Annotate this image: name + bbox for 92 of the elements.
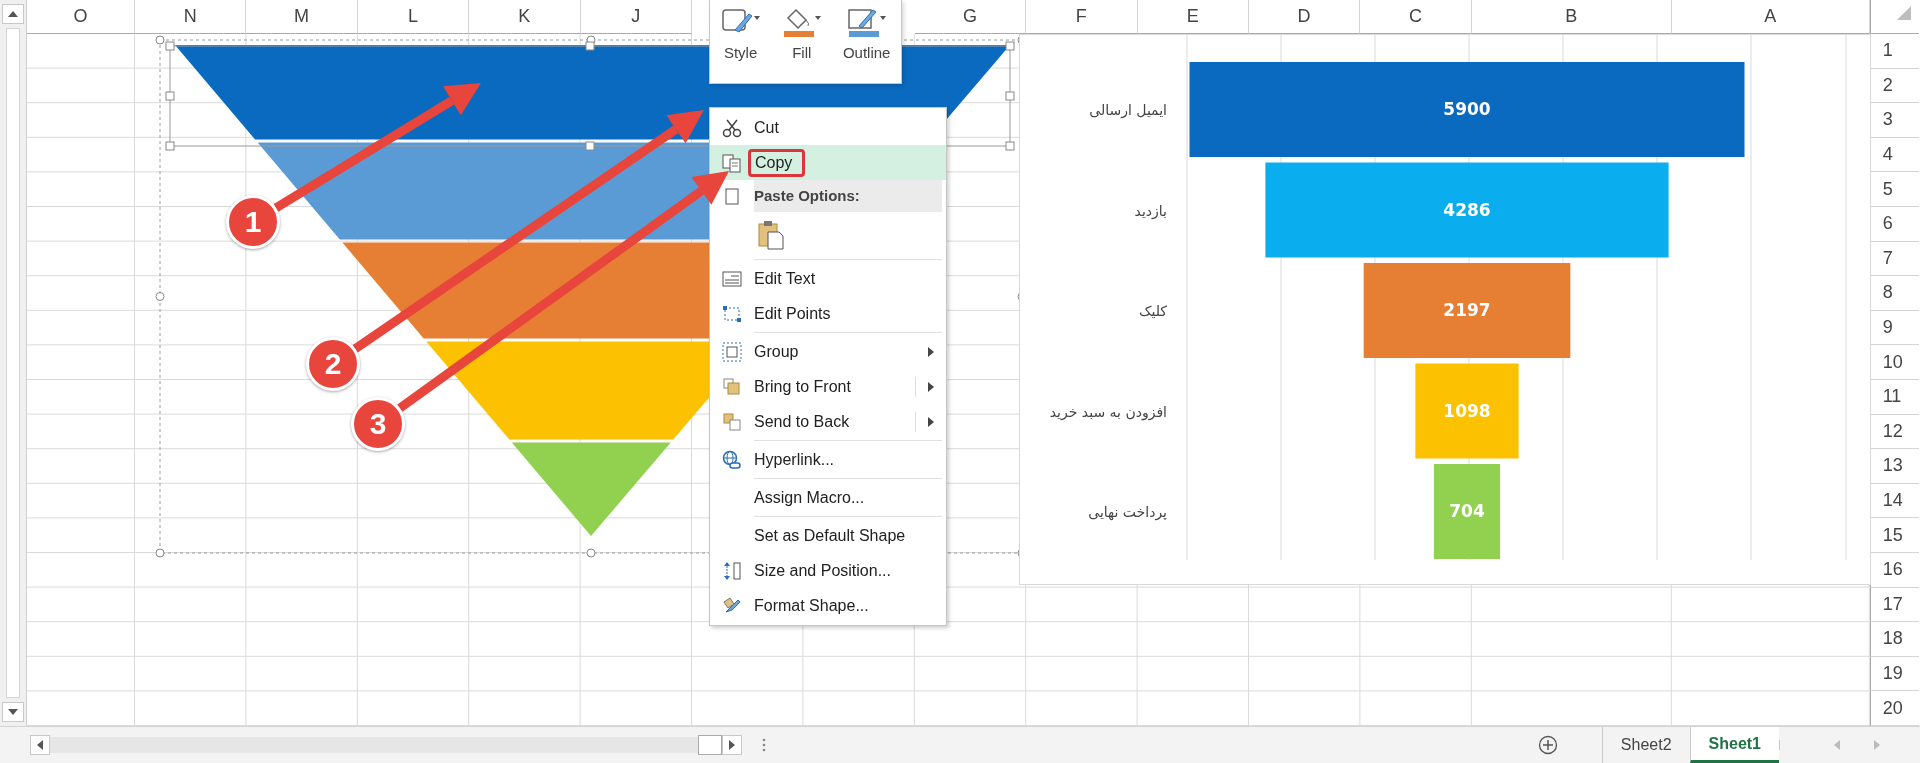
data-label: 1098: [1443, 400, 1491, 421]
column-header[interactable]: C: [1360, 0, 1472, 34]
select-all-icon: [1896, 6, 1911, 20]
menu-item[interactable]: Size and Position...: [710, 553, 946, 588]
down-arrow-icon: [8, 709, 18, 715]
sheet-tab[interactable]: Sheet2: [1601, 727, 1690, 763]
menu-section-header: Paste Options:: [754, 180, 942, 212]
column-header[interactable]: L: [357, 0, 470, 34]
data-label: 704: [1449, 501, 1485, 521]
format-icon: [722, 595, 742, 616]
toolbar-button[interactable]: Fill: [779, 6, 824, 61]
document-icon: [722, 186, 742, 206]
resize-handle[interactable]: [586, 548, 596, 558]
pen-outline-icon: [846, 6, 887, 38]
right-arrow-icon: [729, 740, 735, 750]
vertical-scrollbar[interactable]: [0, 0, 27, 726]
scroll-left-button[interactable]: [30, 735, 50, 755]
category-label: پرداخت نهایی: [1088, 504, 1167, 520]
bring-to-front-icon: [722, 376, 742, 397]
menu-item[interactable]: Hyperlink...: [710, 442, 946, 477]
resize-handle[interactable]: [1005, 141, 1015, 151]
fill-bucket-icon: [781, 6, 822, 38]
menu-item[interactable]: Edit Text: [710, 261, 946, 296]
highlight-outline: Copy: [748, 148, 806, 177]
column-header[interactable]: J: [580, 0, 692, 34]
scroll-thumb[interactable]: [698, 735, 722, 755]
cut-icon: [722, 117, 742, 138]
menu-item[interactable]: Set as Default Shape: [710, 518, 946, 553]
category-label: کلیک: [1138, 303, 1167, 319]
menu-item[interactable]: Assign Macro...: [710, 480, 946, 515]
funnel-bar[interactable]: [1363, 263, 1571, 358]
column-header[interactable]: E: [1137, 0, 1249, 34]
menu-item[interactable]: Cut: [710, 110, 946, 145]
copy-icon: [722, 152, 742, 173]
previous-sheet-icon: [1834, 740, 1840, 750]
resize-handle[interactable]: [165, 91, 175, 101]
column-header[interactable]: K: [469, 0, 581, 34]
menu-item[interactable]: Send to Back: [710, 404, 946, 439]
column-header[interactable]: B: [1471, 0, 1672, 34]
add-sheet-button[interactable]: [1537, 735, 1558, 755]
menu-item[interactable]: Copy: [710, 145, 946, 180]
edit-text-icon: [722, 268, 742, 289]
category-label: بازدید: [1134, 202, 1167, 219]
row-header[interactable]: 17: [1869, 587, 1919, 623]
splitter-dots-icon: [762, 738, 766, 752]
column-header[interactable]: D: [1248, 0, 1361, 34]
row-header[interactable]: 19: [1869, 656, 1919, 692]
column-header[interactable]: G: [914, 0, 1027, 34]
left-arrow-icon: [37, 740, 43, 750]
resize-handle[interactable]: [1005, 91, 1015, 101]
row-header[interactable]: 18: [1869, 622, 1919, 657]
scroll-up-button[interactable]: [2, 4, 24, 24]
resize-handle[interactable]: [1005, 41, 1015, 51]
send-to-back-icon: [722, 411, 742, 432]
resize-handle[interactable]: [155, 548, 165, 558]
callout-badge: 1: [226, 195, 280, 249]
scroll-right-button[interactable]: [722, 735, 742, 755]
column-header[interactable]: M: [246, 0, 358, 34]
data-label: 5900: [1443, 99, 1491, 119]
size-icon: [722, 560, 742, 581]
next-sheet-icon: [1874, 740, 1880, 750]
category-label: افزودن به سبد خرید: [1049, 403, 1167, 420]
category-label: ایمیل ارسالی: [1089, 102, 1167, 118]
scroll-thumb[interactable]: [6, 28, 20, 698]
funnel-bar[interactable]: [1433, 464, 1501, 559]
resize-handle[interactable]: [585, 141, 595, 151]
toolbar-button[interactable]: Outline: [840, 6, 893, 61]
menu-item[interactable]: Group: [710, 334, 946, 369]
column-header[interactable]: F: [1026, 0, 1138, 34]
row-header[interactable]: 20: [1869, 691, 1919, 726]
horizontal-scrollbar[interactable]: [30, 735, 742, 755]
data-label: 4286: [1443, 199, 1491, 220]
hyperlink-icon: [722, 449, 742, 470]
menu-item[interactable]: Bring to Front: [710, 369, 946, 404]
scroll-down-button[interactable]: [2, 702, 24, 722]
menu-item[interactable]: Format Shape...: [710, 588, 946, 623]
menu-item[interactable]: Edit Points: [710, 296, 946, 331]
sheet-tab[interactable]: Sheet1: [1689, 727, 1779, 763]
toolbar-button[interactable]: Style: [718, 6, 763, 61]
resize-handle[interactable]: [165, 141, 175, 151]
plus-circle-icon: [1537, 735, 1558, 755]
resize-handle[interactable]: [155, 292, 165, 301]
column-header[interactable]: O: [27, 0, 135, 34]
column-header[interactable]: A: [1671, 0, 1870, 34]
clipboard-icon: [758, 220, 784, 250]
callout-badge: 3: [351, 397, 405, 451]
group-icon: [722, 341, 742, 362]
callout-badge: 2: [306, 337, 360, 391]
edit-points-icon: [722, 303, 742, 324]
up-arrow-icon: [8, 11, 18, 17]
data-label: 2197: [1443, 300, 1491, 320]
column-header[interactable]: N: [135, 0, 247, 34]
